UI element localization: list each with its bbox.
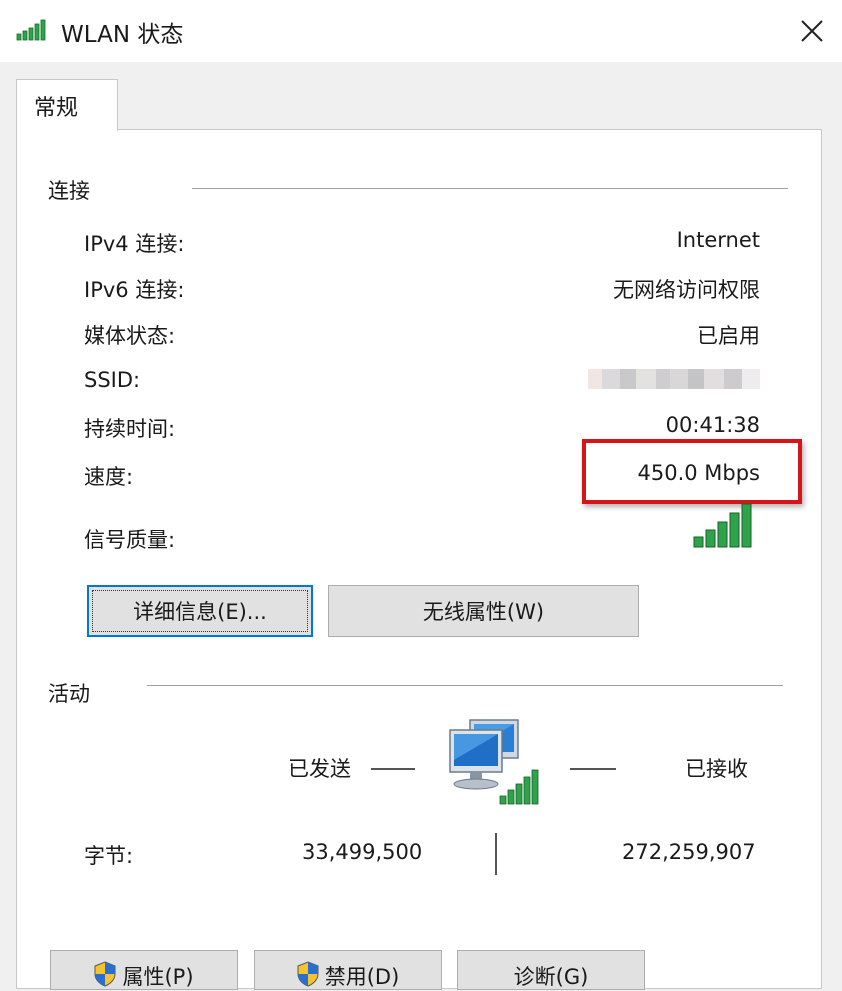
sent-label: 已发送 [288,757,351,781]
activity-group-label: 活动 [48,682,90,706]
shield-icon [297,961,319,987]
details-button[interactable]: 详细信息(E)... [87,585,313,637]
bytes-received-value: 272,259,907 [622,840,756,864]
diagnose-button[interactable]: 诊断(G) [457,950,645,990]
title-bar: WLAN 状态 [0,0,842,62]
ipv6-value: 无网络访问权限 [613,278,760,302]
media-state-label: 媒体状态: [84,324,176,348]
disable-button-label: 禁用(D) [324,965,400,989]
ipv6-label: IPv6 连接: [84,278,185,302]
speed-label: 速度: [84,465,134,489]
network-computer-icon [449,719,539,805]
close-icon [801,20,823,42]
diagnose-button-label: 诊断(G) [513,965,589,989]
signal-strength-icon [693,503,752,548]
bytes-sent-value: 33,499,500 [302,840,423,864]
ipv4-value: Internet [676,228,760,252]
sent-dash [371,768,415,770]
properties-button-label: 属性(P) [122,965,194,989]
bytes-label: 字节: [84,844,134,868]
signal-quality-label: 信号质量: [84,528,176,552]
tab-general[interactable]: 常规 [16,79,118,131]
connection-group-label: 连接 [48,179,90,203]
tab-general-label: 常规 [34,96,79,121]
duration-label: 持续时间: [84,417,176,441]
ipv4-label: IPv4 连接: [84,232,185,256]
close-button[interactable] [782,0,842,62]
ssid-value-redacted [588,369,760,389]
disable-button[interactable]: 禁用(D) [254,950,442,990]
wifi-signal-icon [16,19,46,41]
activity-group-line [147,685,783,686]
properties-button[interactable]: 属性(P) [50,950,238,990]
bytes-divider [495,833,497,875]
duration-value: 00:41:38 [665,413,760,437]
ssid-label: SSID: [84,368,141,392]
connection-group-line [192,188,788,189]
window-title: WLAN 状态 [61,22,184,48]
media-state-value: 已启用 [697,324,760,348]
received-label: 已接收 [685,757,748,781]
shield-icon [94,961,116,987]
received-dash [570,768,616,770]
speed-highlight-box [582,439,802,504]
wireless-properties-button[interactable]: 无线属性(W) [328,585,639,637]
wireless-properties-label: 无线属性(W) [422,600,545,624]
